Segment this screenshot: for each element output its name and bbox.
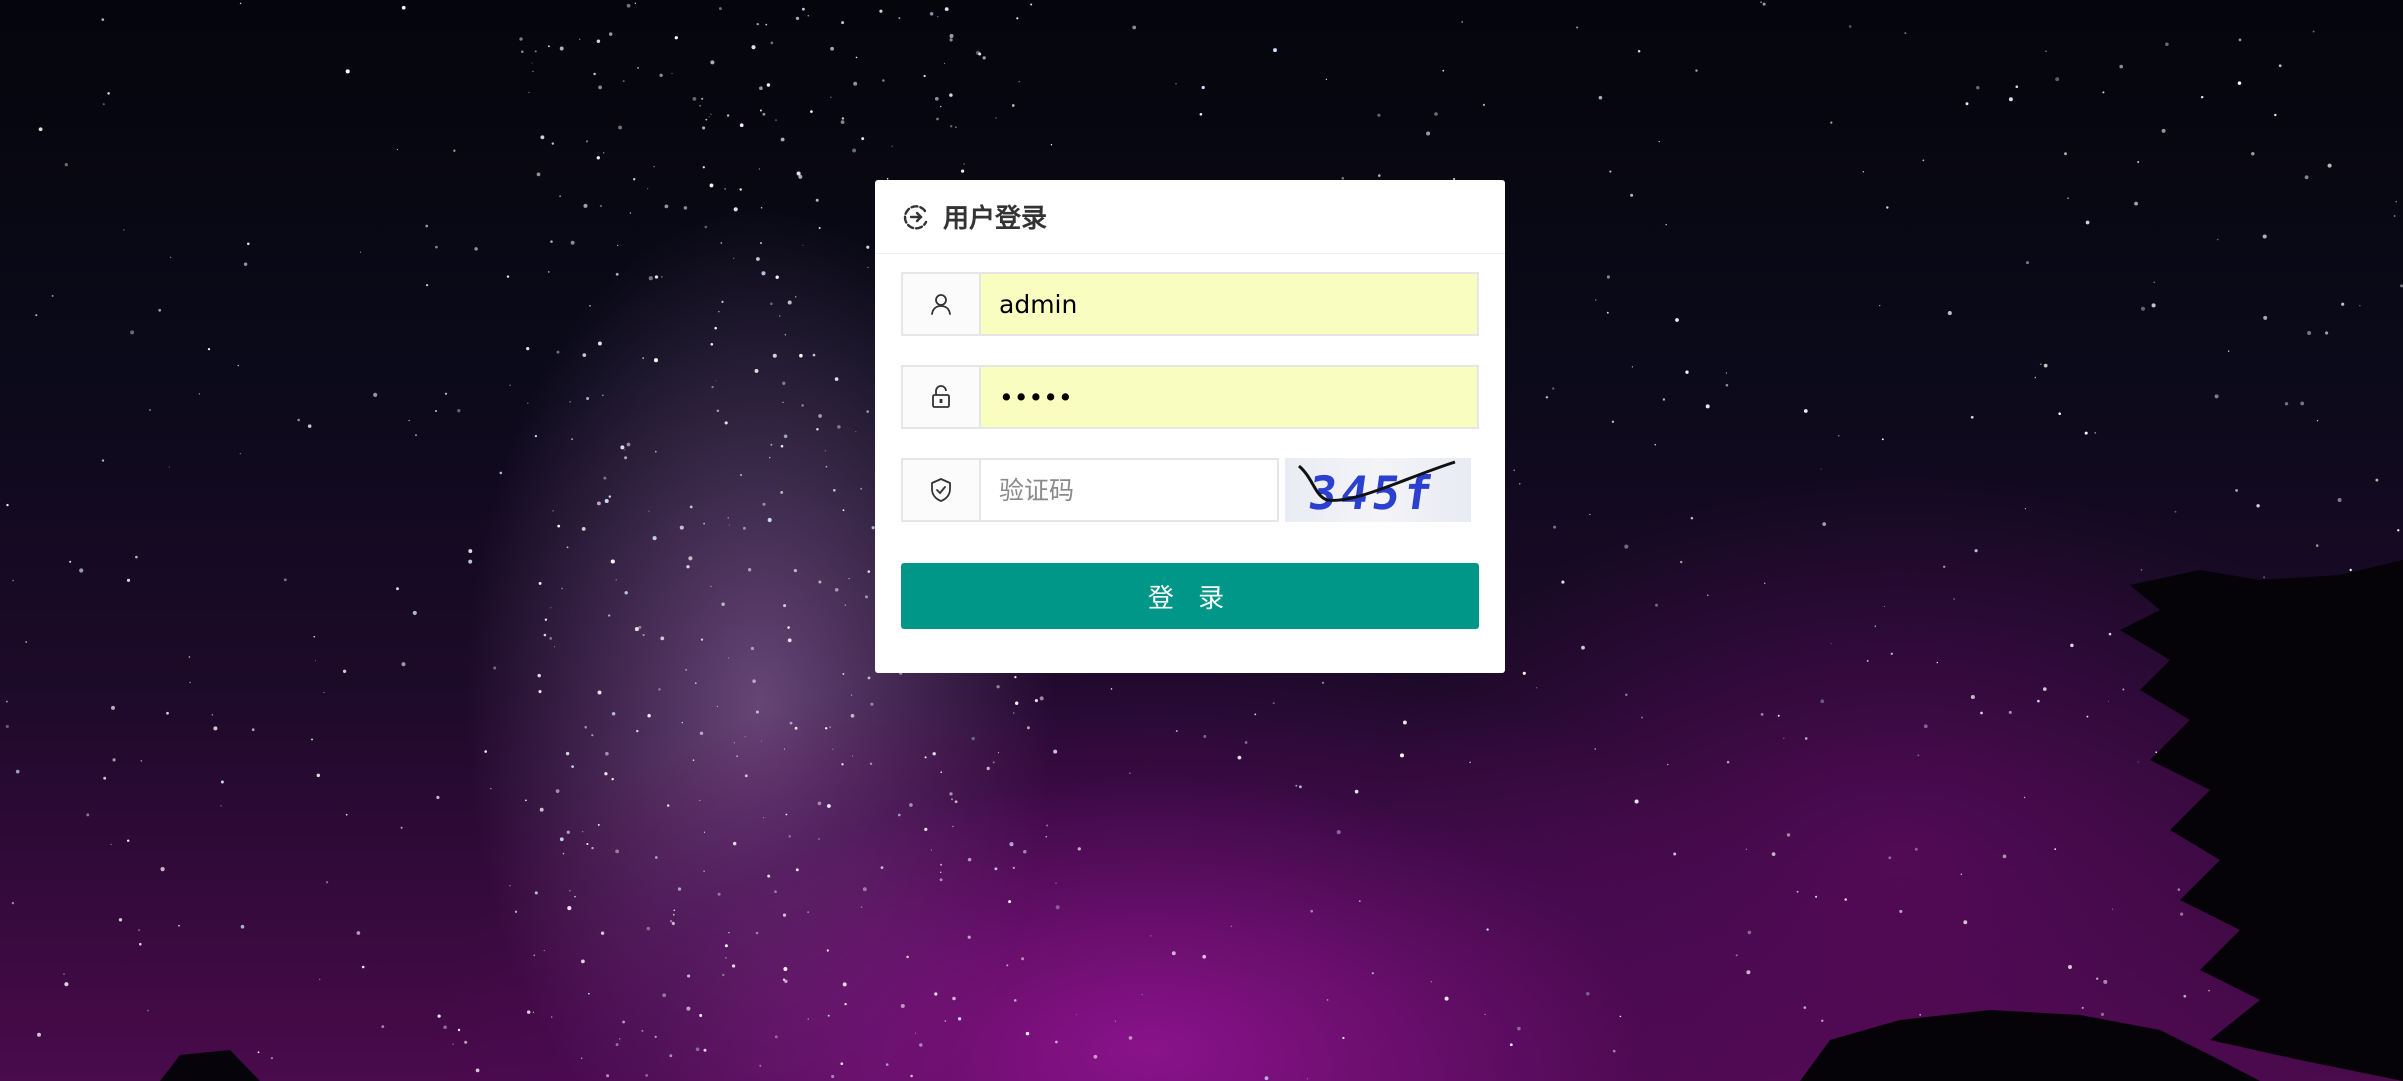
- shield-check-icon: [931, 478, 951, 502]
- captcha-input[interactable]: [981, 458, 1279, 522]
- panel-title: 用户登录: [943, 204, 1048, 234]
- password-addon: [901, 365, 981, 429]
- captcha-image[interactable]: 345f: [1285, 458, 1471, 522]
- user-icon: [931, 294, 951, 315]
- panel-header: 用户登录: [875, 180, 1505, 254]
- lock-icon: [932, 385, 950, 408]
- password-input[interactable]: [981, 365, 1479, 429]
- captcha-noise-line: [1297, 460, 1456, 502]
- username-row: [901, 272, 1479, 336]
- login-button[interactable]: 登 录: [901, 563, 1479, 629]
- username-addon: [901, 272, 981, 336]
- captcha-addon: [901, 458, 981, 522]
- username-input[interactable]: [981, 272, 1479, 336]
- login-panel: 用户登录 345f: [875, 180, 1505, 673]
- captcha-row: 345f: [901, 458, 1471, 522]
- password-row: [901, 365, 1479, 429]
- refresh-icon: [903, 204, 928, 229]
